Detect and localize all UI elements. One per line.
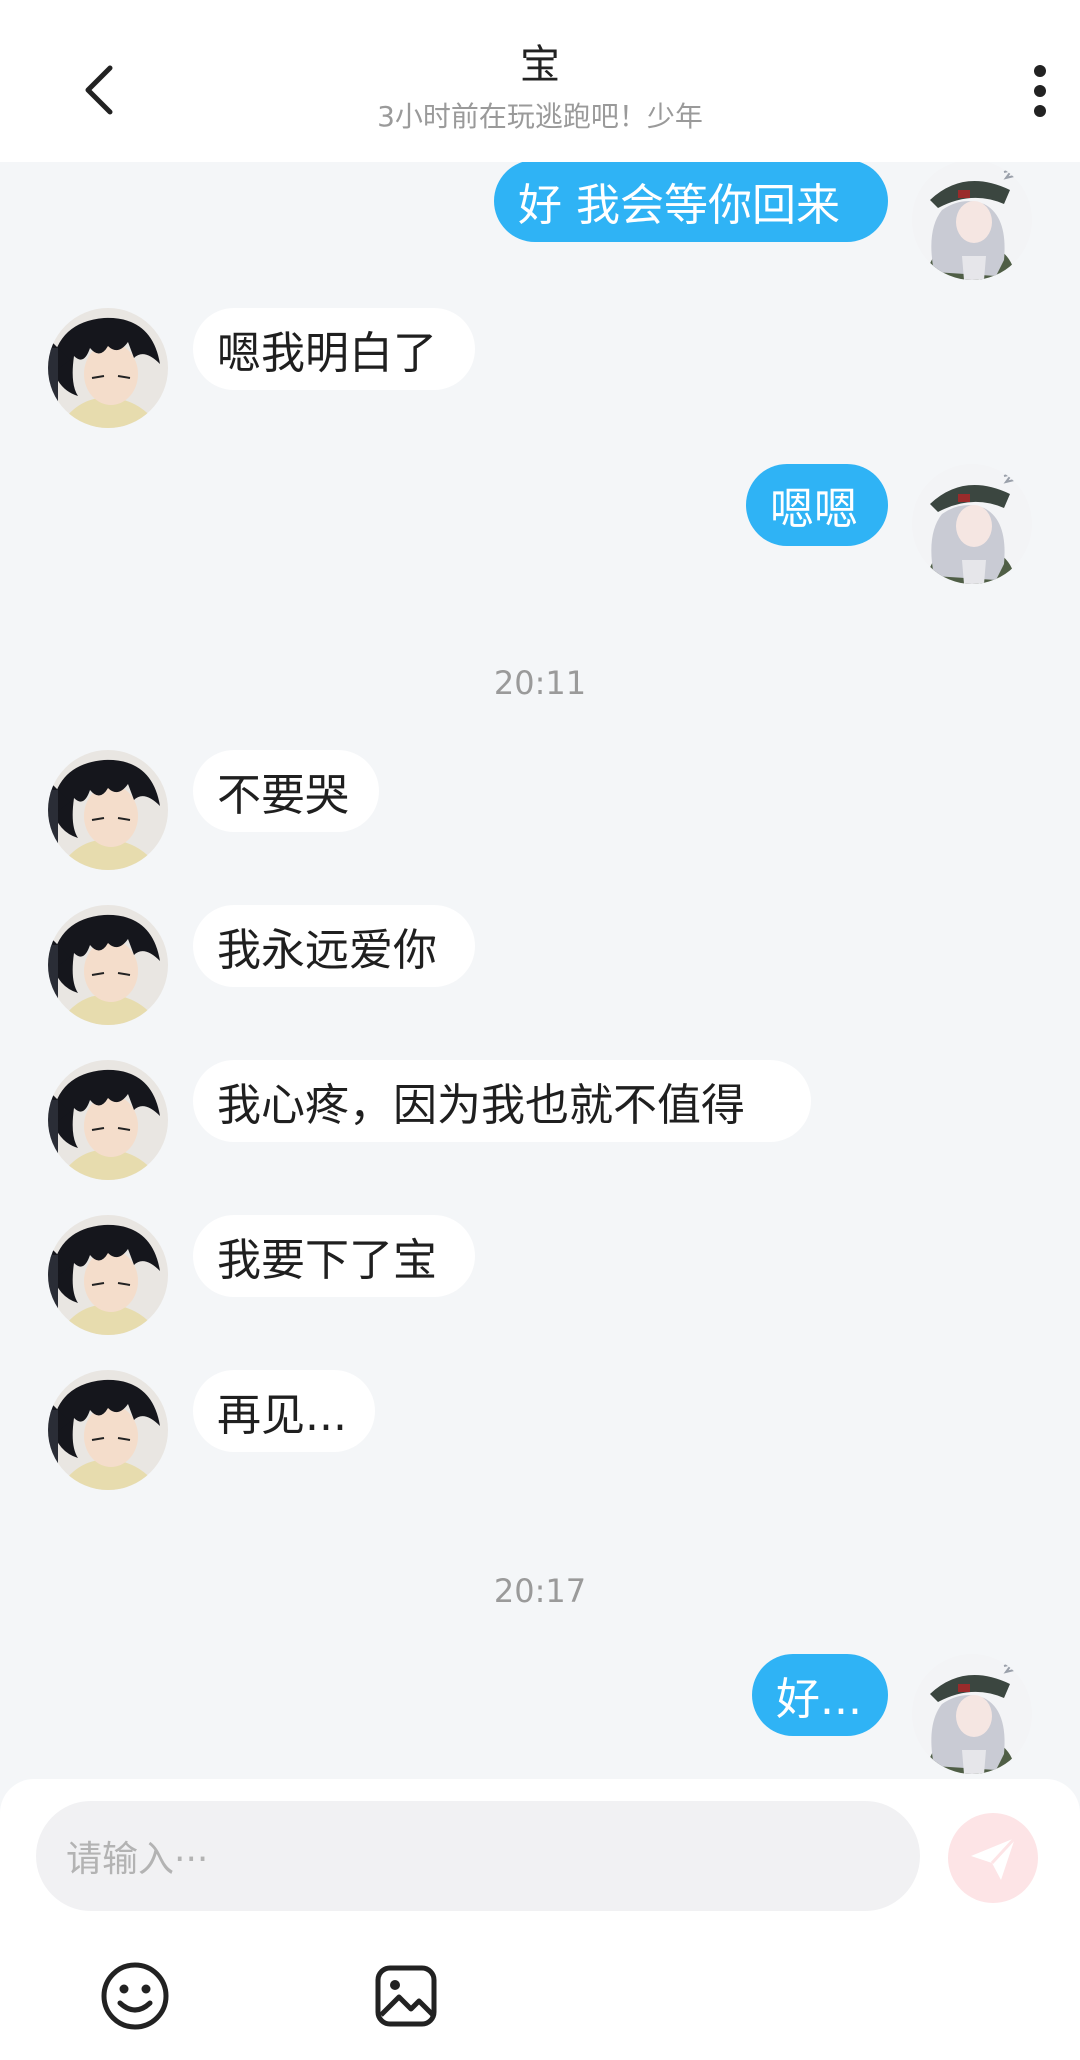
message-row-incoming: 我永远爱你 xyxy=(0,905,1080,1025)
message-bubble-incoming[interactable]: 再见... xyxy=(193,1370,375,1452)
contact-avatar[interactable] xyxy=(48,1215,168,1335)
image-picture-icon xyxy=(375,1965,437,2027)
send-paper-plane-icon xyxy=(971,1836,1017,1880)
composer-panel: 请输入··· xyxy=(0,1779,1080,2060)
message-input[interactable]: 请输入··· xyxy=(36,1801,920,1911)
image-button[interactable] xyxy=(369,1959,443,2033)
message-bubble-incoming[interactable]: 不要哭 xyxy=(193,750,379,832)
emoji-button[interactable] xyxy=(98,1959,172,2033)
message-bubble-incoming[interactable]: 我心疼，因为我也就不值得 xyxy=(193,1060,811,1142)
my-avatar[interactable] xyxy=(912,1654,1032,1774)
contact-avatar[interactable] xyxy=(48,750,168,870)
timestamp: 20:11 xyxy=(493,664,587,702)
message-list[interactable]: 好 我会等你回来 嗯我明白了 嗯嗯 20:11 不要哭 我永远爱你 我心疼，因为 xyxy=(0,162,1080,1779)
contact-avatar[interactable] xyxy=(48,905,168,1025)
message-row-outgoing: 好... xyxy=(0,1654,1080,1774)
message-bubble-incoming[interactable]: 我永远爱你 xyxy=(193,905,475,987)
message-bubble-incoming[interactable]: 我要下了宝 xyxy=(193,1215,475,1297)
message-row-incoming: 嗯我明白了 xyxy=(0,308,1080,428)
more-vertical-icon xyxy=(1034,65,1046,117)
smiley-face-icon xyxy=(101,1962,169,2030)
chat-header: 宝 3小时前在玩逃跑吧！少年 xyxy=(0,0,1080,162)
message-bubble-outgoing[interactable]: 好... xyxy=(752,1654,888,1736)
my-avatar[interactable] xyxy=(912,464,1032,584)
message-bubble-incoming[interactable]: 嗯我明白了 xyxy=(193,308,475,390)
contact-name: 宝 xyxy=(520,42,560,88)
more-options-button[interactable] xyxy=(1010,58,1070,124)
message-row-incoming: 再见... xyxy=(0,1370,1080,1490)
contact-avatar[interactable] xyxy=(48,1370,168,1490)
send-button[interactable] xyxy=(948,1813,1038,1903)
message-row-outgoing: 好 我会等你回来 xyxy=(0,162,1080,280)
message-row-incoming: 不要哭 xyxy=(0,750,1080,870)
message-bubble-outgoing[interactable]: 好 我会等你回来 xyxy=(494,162,888,242)
message-row-incoming: 我要下了宝 xyxy=(0,1215,1080,1335)
contact-status: 3小时前在玩逃跑吧！少年 xyxy=(377,100,703,133)
message-row-incoming: 我心疼，因为我也就不值得 xyxy=(0,1060,1080,1180)
timestamp: 20:17 xyxy=(493,1572,587,1610)
my-avatar[interactable] xyxy=(912,162,1032,280)
message-row-outgoing: 嗯嗯 xyxy=(0,464,1080,584)
contact-avatar[interactable] xyxy=(48,1060,168,1180)
contact-avatar[interactable] xyxy=(48,308,168,428)
message-bubble-outgoing[interactable]: 嗯嗯 xyxy=(746,464,888,546)
